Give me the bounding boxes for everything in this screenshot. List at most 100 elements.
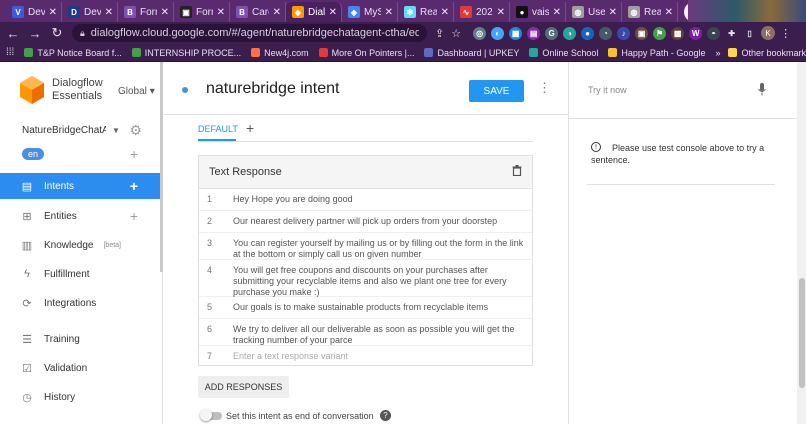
bookmark-item[interactable]: New4j.com	[251, 48, 309, 58]
bookmark-item[interactable]: Online School	[529, 48, 598, 58]
extension-icon[interactable]: ◔	[599, 26, 613, 40]
close-icon[interactable]: ✕	[217, 7, 225, 18]
response-row[interactable]: 6 We try to deliver all our deliverable a…	[199, 319, 532, 346]
extension-icon[interactable]: ▩	[671, 26, 685, 40]
browser-tab[interactable]: B Carc ✕	[230, 2, 286, 22]
browser-tab[interactable]: B Forr ✕	[118, 2, 174, 22]
menu-kebab-icon[interactable]: ⋮	[780, 27, 791, 40]
response-row[interactable]: 5 Our goals is to make sustainable produc…	[199, 297, 532, 319]
extension-icon[interactable]: ▤	[527, 26, 541, 40]
sidebar-item-knowledge[interactable]: ▥ Knowledge [beta]	[0, 232, 160, 258]
close-icon[interactable]: ✕	[161, 7, 169, 18]
add-entities-icon[interactable]: +	[130, 208, 138, 224]
add-language-icon[interactable]: +	[130, 146, 138, 162]
close-icon[interactable]: ✕	[441, 7, 449, 18]
bookmark-item[interactable]: Happy Path - Google	[608, 48, 705, 58]
close-icon[interactable]: ✕	[49, 7, 57, 18]
back-arrow-icon[interactable]: ←	[6, 26, 20, 41]
close-icon[interactable]: ✕	[497, 7, 505, 18]
response-row[interactable]: 3 You can register yourself by mailing us…	[199, 233, 532, 260]
lock-icon: 🔒︎	[80, 27, 85, 38]
extension-icon[interactable]: ⚑	[653, 26, 667, 40]
divider	[569, 118, 806, 119]
help-icon[interactable]: ?	[380, 410, 391, 421]
apps-grid-icon[interactable]: ⁞⁞⁞	[6, 47, 14, 58]
bookmark-item[interactable]: T&P Notice Board f...	[24, 48, 122, 58]
trash-icon[interactable]	[512, 165, 522, 179]
extension-icon[interactable]: ◓	[707, 26, 721, 40]
add-tab-icon[interactable]: +	[246, 120, 254, 136]
extension-icon[interactable]: ▦	[509, 26, 523, 40]
sidebar-item-training[interactable]: ☰ Training	[0, 326, 160, 352]
response-row[interactable]: 4 You will get free coupons and discounts…	[199, 260, 532, 297]
close-icon[interactable]: ✕	[105, 7, 113, 18]
browser-tab[interactable]: ▣ Forr ✕	[174, 2, 230, 22]
close-icon[interactable]: ✕	[609, 7, 617, 18]
browser-tab[interactable]: ◍ Use ✕	[566, 2, 622, 22]
mic-icon[interactable]	[758, 83, 766, 97]
try-it-input[interactable]: Try it now	[588, 85, 627, 95]
close-icon[interactable]: ✕	[273, 7, 281, 18]
close-icon[interactable]: ✕	[329, 7, 337, 18]
share-icon[interactable]: ⇪	[435, 27, 444, 40]
response-row[interactable]: 1 Hey Hope you are doing good	[199, 189, 532, 211]
profile-avatar[interactable]: K	[761, 26, 776, 40]
response-row[interactable]: 2 Our nearest delivery partner will pick …	[199, 211, 532, 233]
bookmark-item[interactable]: Dashboard | UPKEY	[424, 48, 519, 58]
browser-tab[interactable]: D Dev ✕	[62, 2, 118, 22]
gear-icon[interactable]: ⚙	[129, 122, 142, 139]
product-name: Dialogflow	[52, 77, 103, 89]
add-responses-button[interactable]: ADD RESPONSES	[198, 376, 289, 398]
save-button[interactable]: SAVE	[469, 80, 524, 102]
sidebar-item-validation[interactable]: ☑ Validation	[0, 355, 160, 381]
close-icon[interactable]: ✕	[385, 7, 393, 18]
sidebar-item-entities[interactable]: ⊞ Entities +	[0, 203, 160, 229]
intent-priority-dot[interactable]	[182, 87, 188, 93]
forward-arrow-icon[interactable]: →	[28, 26, 42, 41]
new-response-input[interactable]: 7 Enter a text response variant	[199, 346, 532, 366]
reload-icon[interactable]: ↻	[50, 25, 64, 41]
page-scrollbar-thumb[interactable]	[799, 278, 805, 388]
bookmarks-overflow-icon[interactable]: »	[715, 48, 720, 58]
browser-tab[interactable]: ● vais ✕	[510, 2, 566, 22]
response-number: 5	[207, 302, 213, 312]
sidebar-item-fulfillment[interactable]: ϟ Fulfillment	[0, 261, 160, 287]
add-intents-icon[interactable]: +	[130, 178, 138, 194]
response-text: Our goals is to make sustainable product…	[233, 302, 489, 312]
toggle-knob[interactable]	[200, 409, 212, 421]
region-selector[interactable]: Global ▾	[118, 86, 155, 97]
browser-tab[interactable]: ◆ Dial ✕	[286, 2, 342, 22]
browser-tab[interactable]: V Dev ✕	[6, 2, 62, 22]
extension-icon[interactable]: ◎	[473, 26, 487, 40]
browser-tab[interactable]: ∿ 202 ✕	[454, 2, 510, 22]
extension-icon[interactable]: ♪	[617, 26, 631, 40]
browser-tab[interactable]: ◍ Rea ✕	[622, 2, 678, 22]
bookmark-item[interactable]: INTERNSHIP PROCE...	[131, 48, 241, 58]
language-badge[interactable]: en	[22, 148, 44, 160]
extension-icon[interactable]: ▣	[635, 26, 649, 40]
sidebar-item-intents[interactable]: ▤ Intents +	[0, 173, 160, 199]
extension-icon[interactable]: W	[689, 26, 703, 40]
bookmark-star-icon[interactable]: ☆	[451, 27, 461, 40]
sidebar-scrollbar[interactable]	[160, 62, 163, 272]
sidebar-item-integrations[interactable]: ⟳ Integrations	[0, 290, 160, 316]
browser-tab[interactable]: ✻ Rea ✕	[398, 2, 454, 22]
extension-icon[interactable]: ◑	[563, 26, 577, 40]
url-field[interactable]: 🔒︎ dialogflow.cloud.google.com/#/agent/n…	[72, 24, 427, 42]
extension-icon[interactable]: ◐	[491, 26, 505, 40]
more-options-icon[interactable]: ⋮	[538, 80, 551, 96]
other-bookmarks[interactable]: Other bookmarks	[728, 48, 806, 58]
close-icon[interactable]: ✕	[665, 7, 673, 18]
puzzle-icon[interactable]: ✚	[725, 27, 738, 40]
extension-icon[interactable]: ●	[581, 26, 595, 40]
extension-icon[interactable]: G	[545, 26, 559, 40]
response-text: You can register yourself by mailing us …	[233, 238, 524, 259]
bookmark-item[interactable]: More On Pointers |...	[318, 48, 414, 58]
sidebar-item-history[interactable]: ◷ History	[0, 384, 160, 410]
close-icon[interactable]: ✕	[553, 7, 561, 18]
browser-tab[interactable]: ◈ MyS ✕	[342, 2, 398, 22]
intent-title[interactable]: naturebridge intent	[206, 80, 339, 98]
sidebar-panel-icon[interactable]: ▯	[743, 27, 756, 40]
tab-default[interactable]: DEFAULT	[198, 124, 238, 134]
product-logo[interactable]: Dialogflow Essentials	[20, 76, 103, 104]
